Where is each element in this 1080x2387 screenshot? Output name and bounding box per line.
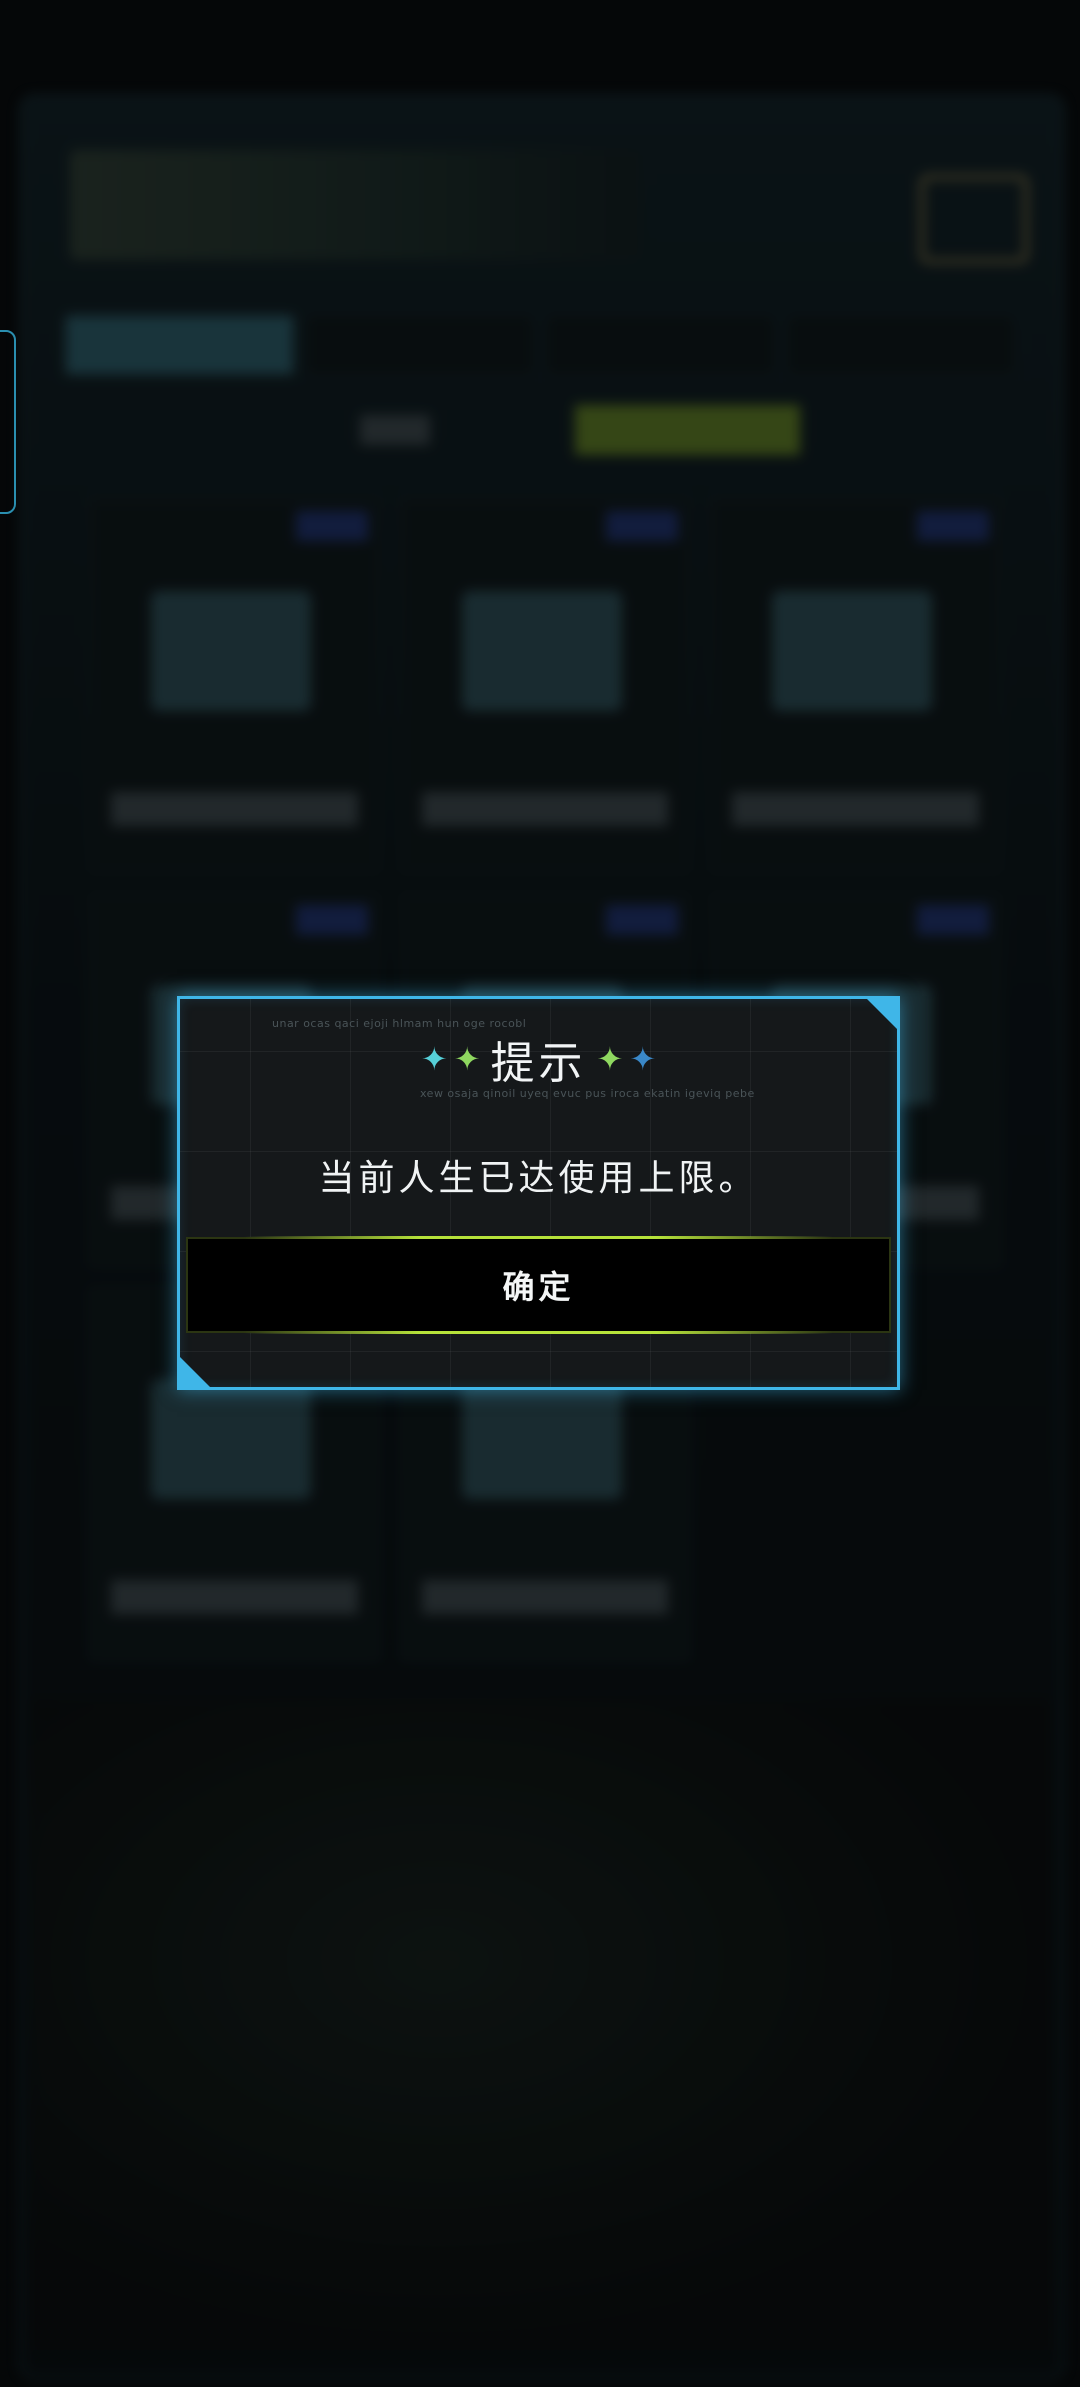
sparkle-teal-icon: ✦ bbox=[420, 1040, 448, 1078]
background-filter-label bbox=[360, 415, 430, 445]
background-tab bbox=[786, 315, 1015, 375]
dialog-message: 当前人生已达使用上限。 bbox=[318, 1158, 759, 1199]
background-item-card bbox=[400, 500, 690, 872]
background-tab bbox=[65, 315, 294, 375]
sparkle-blue-icon: ✦ bbox=[629, 1040, 657, 1078]
dialog-corner-accent bbox=[180, 1357, 210, 1387]
background-tab bbox=[546, 315, 775, 375]
dialog-corner-accent bbox=[867, 999, 897, 1029]
background-item-card bbox=[711, 500, 1000, 872]
background-scene bbox=[30, 1700, 1050, 2350]
confirm-button[interactable]: 确定 bbox=[186, 1236, 891, 1334]
dialog-title: 提示 bbox=[490, 1038, 587, 1089]
confirm-button-label: 确定 bbox=[502, 1268, 575, 1306]
background-title-bar bbox=[70, 150, 640, 260]
notice-dialog: unar ocas qaci ejoji hlmam hun oge rocob… bbox=[177, 996, 900, 1390]
background-tab bbox=[305, 315, 534, 375]
dialog-title-row: ✦ ✦ 提示 ✦ ✦ bbox=[180, 1027, 897, 1091]
side-handle bbox=[0, 330, 16, 514]
background-close-icon bbox=[920, 175, 1028, 263]
background-item-card bbox=[90, 500, 379, 872]
background-filter-button bbox=[575, 405, 800, 455]
sparkle-green-icon: ✦ bbox=[596, 1040, 624, 1078]
background-tabs bbox=[65, 315, 1015, 375]
sparkle-green-icon: ✦ bbox=[453, 1040, 481, 1078]
